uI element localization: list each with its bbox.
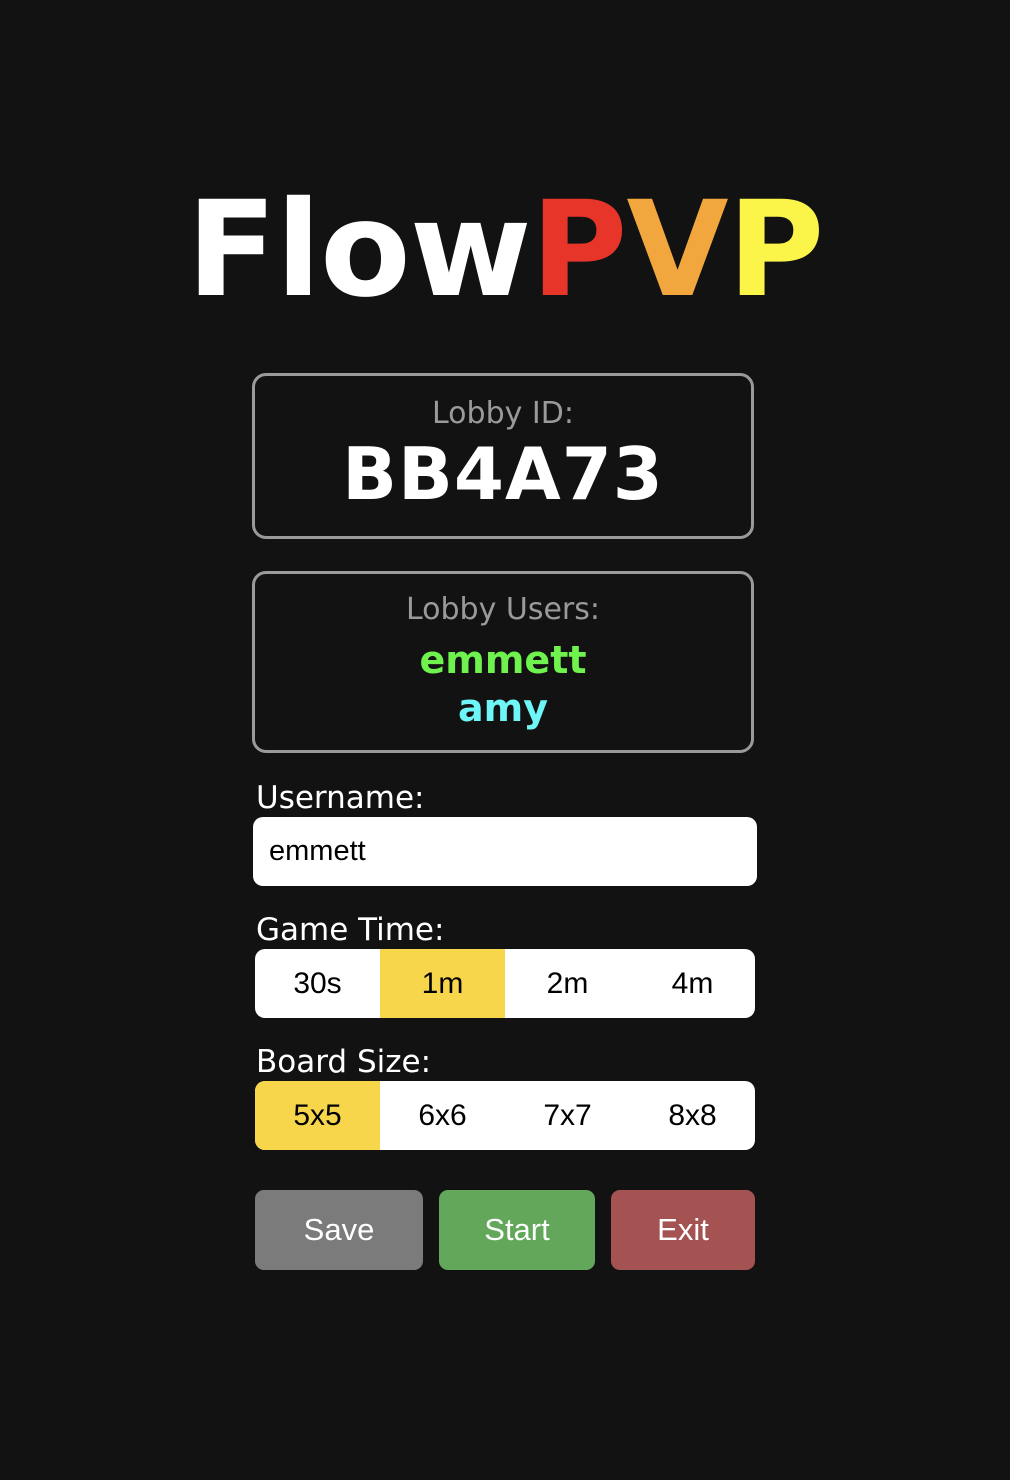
- game-time-label: Game Time:: [256, 912, 445, 948]
- lobby-id-card: Lobby ID: BB4A73: [252, 373, 754, 539]
- save-button[interactable]: Save: [255, 1190, 423, 1270]
- lobby-user: amy: [457, 686, 548, 730]
- game-time-selector: 30s 1m 2m 4m: [255, 949, 755, 1018]
- board-size-label: Board Size:: [256, 1044, 432, 1080]
- lobby-users-label: Lobby Users:: [405, 592, 601, 627]
- lobby-users-card: Lobby Users: emmett amy: [252, 571, 754, 753]
- lobby-id-value: BB4A73: [342, 432, 664, 516]
- title-p: P: [530, 173, 628, 327]
- lobby-user-list: emmett amy: [255, 636, 751, 732]
- board-size-option-6x6[interactable]: 6x6: [380, 1081, 505, 1150]
- username-label: Username:: [256, 780, 425, 816]
- title-v: V: [626, 173, 728, 327]
- exit-button[interactable]: Exit: [611, 1190, 755, 1270]
- game-time-option-1m[interactable]: 1m: [380, 949, 505, 1018]
- title-flow: Flow: [186, 173, 532, 327]
- app-title: FlowPVP: [0, 180, 1010, 320]
- title-p2: P: [727, 173, 825, 327]
- board-size-option-7x7[interactable]: 7x7: [505, 1081, 630, 1150]
- game-time-option-30s[interactable]: 30s: [255, 949, 380, 1018]
- game-time-option-2m[interactable]: 2m: [505, 949, 630, 1018]
- game-time-option-4m[interactable]: 4m: [630, 949, 755, 1018]
- board-size-option-8x8[interactable]: 8x8: [630, 1081, 755, 1150]
- board-size-option-5x5[interactable]: 5x5: [255, 1081, 380, 1150]
- board-size-selector: 5x5 6x6 7x7 8x8: [255, 1081, 755, 1150]
- start-button[interactable]: Start: [439, 1190, 595, 1270]
- username-input[interactable]: [253, 817, 757, 886]
- lobby-id-label: Lobby ID:: [432, 396, 574, 431]
- lobby-user: emmett: [419, 638, 587, 682]
